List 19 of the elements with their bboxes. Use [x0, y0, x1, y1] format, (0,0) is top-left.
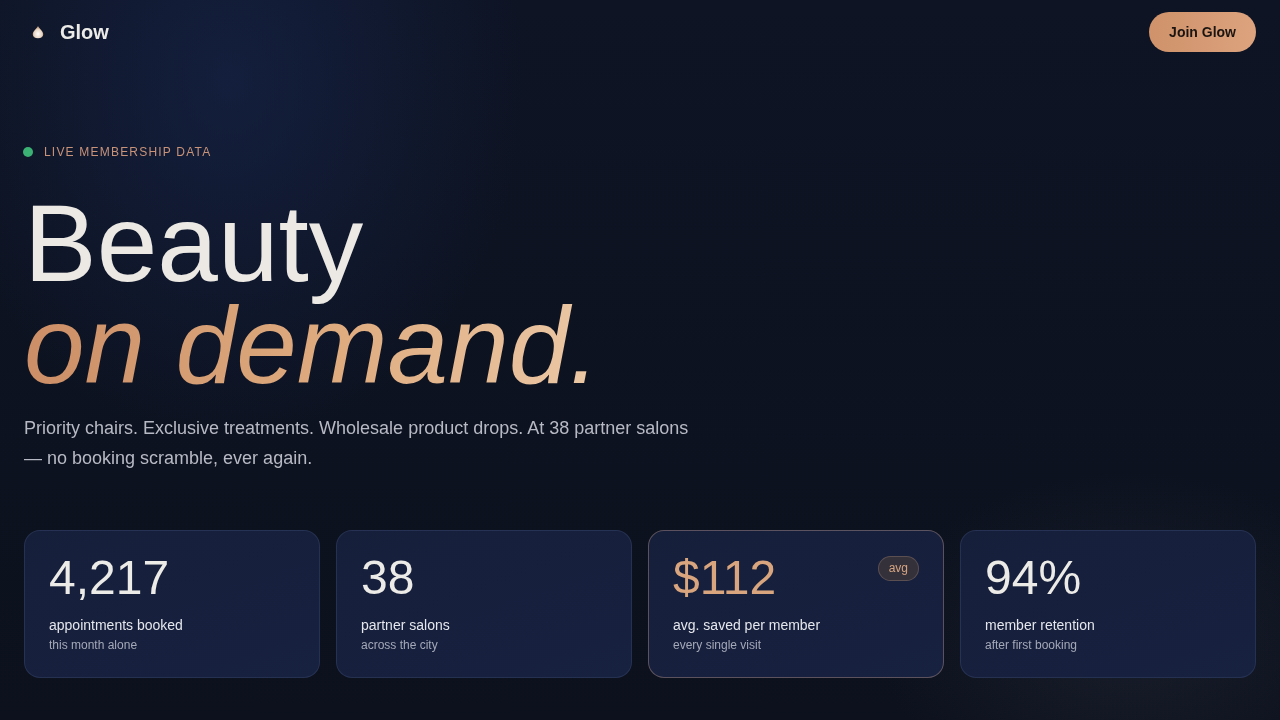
stat-value: 94%: [985, 554, 1082, 602]
join-button[interactable]: Join Glow: [1149, 12, 1256, 52]
stat-note: after first booking: [985, 637, 1078, 653]
brand-name: Glow: [60, 20, 109, 44]
stat-value: 4,217: [49, 554, 170, 602]
stat-label: partner salons: [361, 616, 450, 635]
avg-tag: avg: [877, 556, 919, 581]
stat-label: appointments booked: [49, 616, 183, 635]
status-dot-icon: [23, 147, 33, 157]
drop-logo-icon: [31, 25, 45, 39]
stat-label: avg. saved per member: [673, 616, 821, 635]
stat-note: this month alone: [49, 637, 138, 653]
stat-note: across the city: [361, 637, 438, 653]
stat-note: every single visit: [673, 637, 762, 653]
eyebrow-label: LIVE MEMBERSHIP DATA: [44, 144, 212, 160]
stat-label: member retention: [985, 616, 1095, 635]
stat-value: $112: [673, 554, 777, 602]
stat-value: 38: [361, 554, 415, 602]
lead-paragraph: Priority chairs. Exclusive treatments. Wholesale product drops. At 38 partner salons — no booking scramble, ever again.: [24, 417, 690, 470]
